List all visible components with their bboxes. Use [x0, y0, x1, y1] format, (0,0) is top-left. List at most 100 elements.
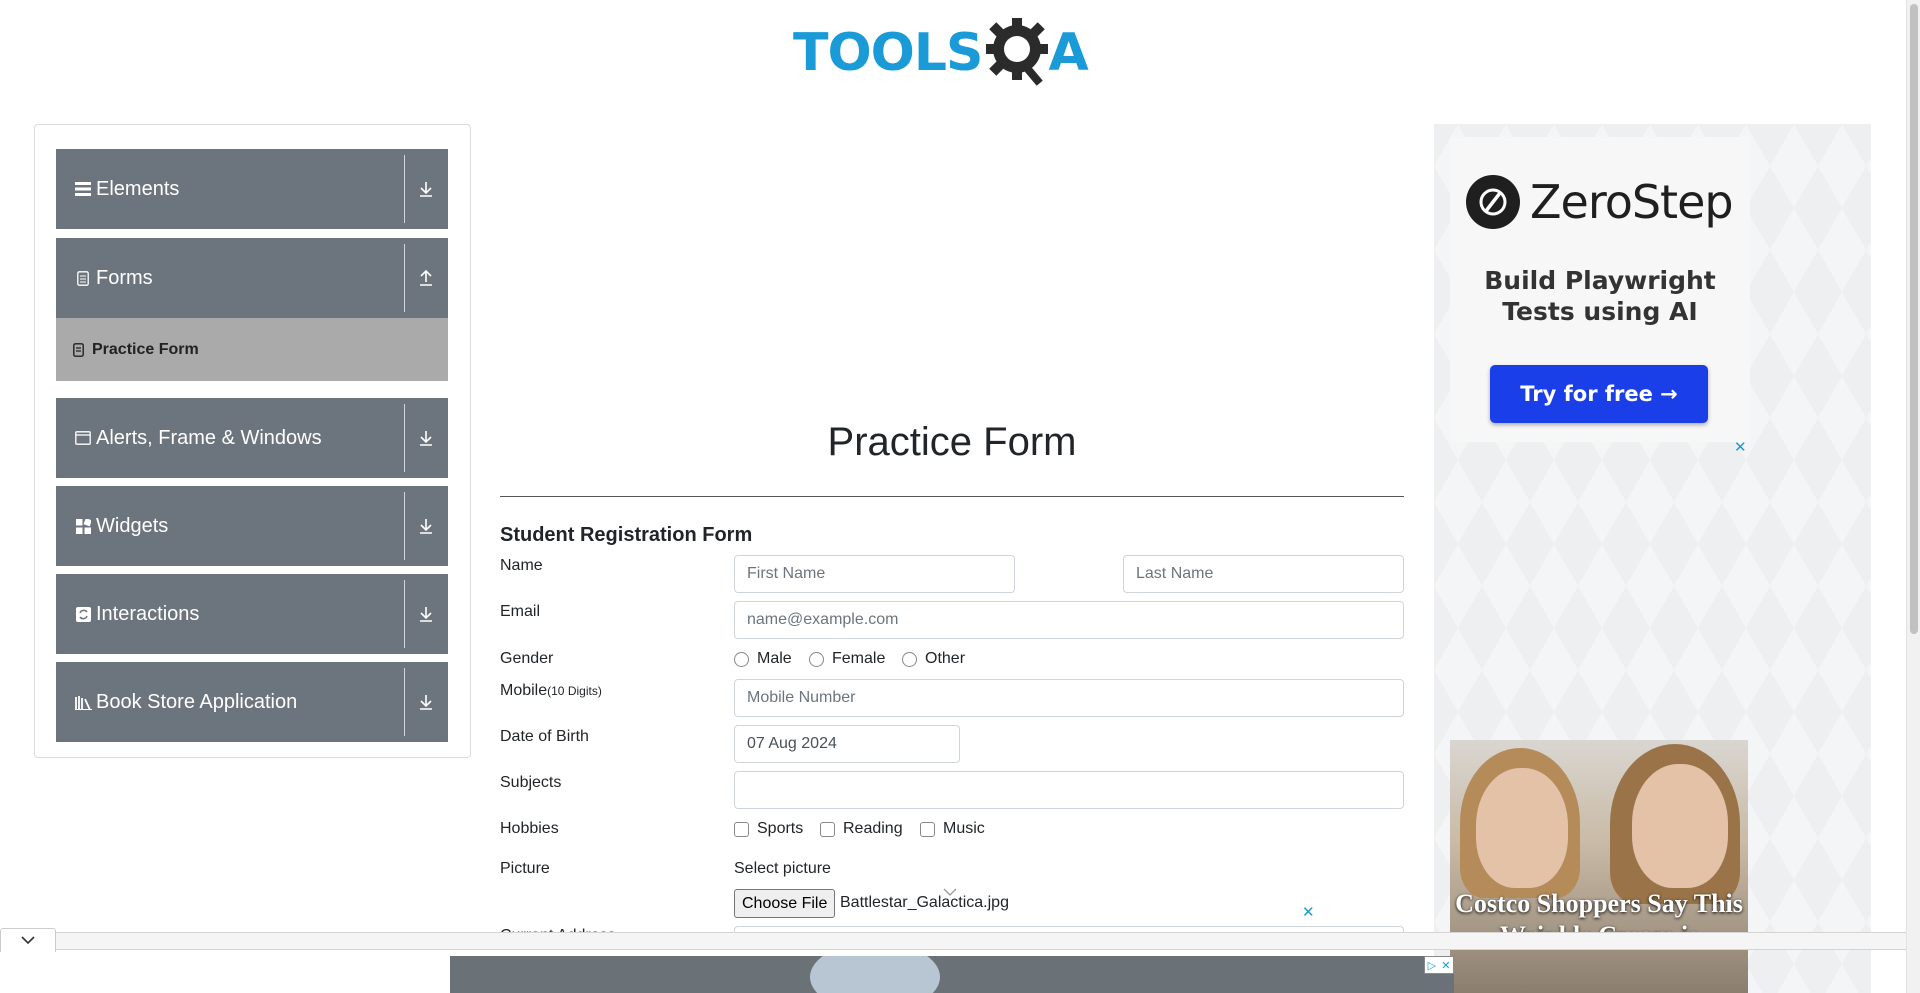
sidebar-group-elements[interactable]: Elements [56, 149, 448, 229]
page-title: Practice Form [827, 420, 1077, 464]
sidebar-group-widgets[interactable]: Widgets [56, 486, 448, 566]
widgets-icon [74, 517, 92, 535]
upload-icon[interactable] [412, 264, 440, 292]
bottom-ad-bar [0, 932, 1906, 950]
interactions-icon [74, 605, 92, 623]
radio-button[interactable] [902, 651, 917, 667]
radio-label: Other [925, 650, 966, 667]
adchoices-badge[interactable]: ▷ ✕ [1424, 956, 1454, 974]
sidebar-group-label: Widgets [96, 514, 169, 537]
scrollbar-thumb[interactable] [1910, 4, 1918, 634]
checkbox[interactable] [734, 821, 749, 837]
form-icon [72, 342, 84, 357]
sidebar-group-label: Interactions [96, 602, 200, 625]
checkbox[interactable] [820, 821, 835, 837]
date-of-birth-input[interactable] [734, 725, 960, 763]
download-icon[interactable] [412, 175, 440, 203]
email-label: Email [500, 603, 541, 620]
divider [404, 668, 405, 736]
chevron-down-icon [20, 932, 36, 950]
form-title: Student Registration Form [500, 524, 753, 546]
zerostep-tagline: Build Playwright Tests using AI [1450, 265, 1750, 327]
divider [404, 244, 405, 312]
download-icon[interactable] [412, 512, 440, 540]
sidebar-item-label: Practice Form [92, 340, 199, 358]
email-input[interactable] [734, 601, 1404, 639]
radio-label: Female [832, 650, 886, 667]
checkbox[interactable] [920, 821, 935, 837]
title-divider [500, 496, 1404, 497]
divider [404, 404, 405, 472]
zerostep-ad[interactable]: ZeroStep Build Playwright Tests using AI… [1450, 137, 1750, 442]
zerostep-tagline-line: Tests using AI [1502, 297, 1698, 326]
choose-file-button[interactable]: Choose File [734, 889, 836, 918]
gender-radio-male[interactable]: Male [734, 650, 792, 668]
zerostep-logo-icon [1466, 175, 1520, 229]
mobile-label-text: Mobile [500, 682, 548, 699]
hamburger-icon [74, 180, 92, 198]
document-icon [74, 269, 92, 287]
zerostep-tagline-line: Build Playwright [1484, 266, 1716, 295]
sidebar-group-book-store[interactable]: Book Store Application [56, 662, 448, 742]
logo-wordmark-a: A [1048, 23, 1088, 83]
checkbox-label: Music [943, 820, 985, 837]
library-icon [74, 693, 92, 711]
bottom-banner-ad[interactable]: ▷ ✕ [450, 956, 1454, 993]
download-icon[interactable] [412, 600, 440, 628]
checkbox-label: Sports [757, 820, 804, 837]
radio-button[interactable] [734, 651, 749, 667]
sidebar: Elements Forms Practice Form Alerts, Fra… [34, 124, 471, 758]
divider [404, 155, 405, 223]
picture-label: Picture [500, 860, 550, 877]
mobile-hint: (10 Digits) [547, 684, 602, 698]
sidebar-group-interactions[interactable]: Interactions [56, 574, 448, 654]
logo-wordmark: TOOLS [793, 23, 983, 83]
subjects-input[interactable] [734, 771, 1404, 809]
ad-image [810, 956, 940, 993]
ad-headline-line: Costco Shoppers Say This [1455, 889, 1743, 918]
zerostep-logo: ZeroStep [1466, 175, 1734, 229]
selected-file-name: Battlestar_Galactica.jpg [840, 894, 1009, 911]
window-icon [74, 429, 92, 447]
subjects-label: Subjects [500, 774, 562, 791]
ad-image-face [1632, 764, 1728, 888]
zerostep-name: ZeroStep [1530, 175, 1734, 229]
toolsqa-logo[interactable]: TOOLS A [793, 16, 1115, 90]
sidebar-item-practice-form[interactable]: Practice Form [56, 318, 448, 381]
checkbox-label: Reading [843, 820, 903, 837]
mobile-label: Mobile(10 Digits) [500, 682, 602, 700]
gender-label: Gender [500, 650, 554, 667]
dob-label: Date of Birth [500, 728, 589, 745]
chevron-down-icon [942, 884, 958, 902]
gear-icon [986, 18, 1049, 86]
gender-radio-female[interactable]: Female [809, 650, 885, 668]
sidebar-group-forms[interactable]: Forms [56, 238, 448, 318]
hobby-checkbox-sports[interactable]: Sports [734, 820, 803, 838]
close-icon[interactable]: ✕ [1441, 959, 1450, 972]
download-icon[interactable] [412, 424, 440, 452]
first-name-input[interactable] [734, 555, 1015, 593]
sidebar-group-label: Alerts, Frame & Windows [96, 426, 322, 449]
gender-radio-other[interactable]: Other [902, 650, 965, 668]
hobby-checkbox-reading[interactable]: Reading [820, 820, 903, 838]
hobbies-label: Hobbies [500, 820, 559, 837]
costco-ad[interactable]: Costco Shoppers Say This Wrinkle Cream i… [1450, 740, 1748, 993]
try-for-free-button[interactable]: Try for free → [1490, 365, 1708, 423]
download-icon[interactable] [412, 688, 440, 716]
ad-image-face [1476, 768, 1568, 888]
close-icon[interactable]: ✕ [1302, 903, 1315, 921]
close-icon[interactable]: ✕ [1734, 438, 1747, 456]
sidebar-group-alerts[interactable]: Alerts, Frame & Windows [56, 398, 448, 478]
page: TOOLS A Elements Forms Practice Form Ale… [0, 0, 1920, 993]
ad-column: ZeroStep Build Playwright Tests using AI… [1434, 124, 1871, 993]
radio-button[interactable] [809, 651, 824, 667]
hobby-checkbox-music[interactable]: Music [920, 820, 985, 838]
mobile-input[interactable] [734, 679, 1404, 717]
sidebar-group-label: Book Store Application [96, 690, 298, 713]
last-name-input[interactable] [1123, 555, 1404, 593]
sidebar-group-label: Elements [96, 177, 180, 200]
radio-label: Male [757, 650, 792, 667]
vertical-scrollbar[interactable] [1906, 0, 1920, 993]
collapse-ad-button[interactable] [0, 928, 56, 952]
select-picture-label: Select picture [734, 860, 831, 877]
